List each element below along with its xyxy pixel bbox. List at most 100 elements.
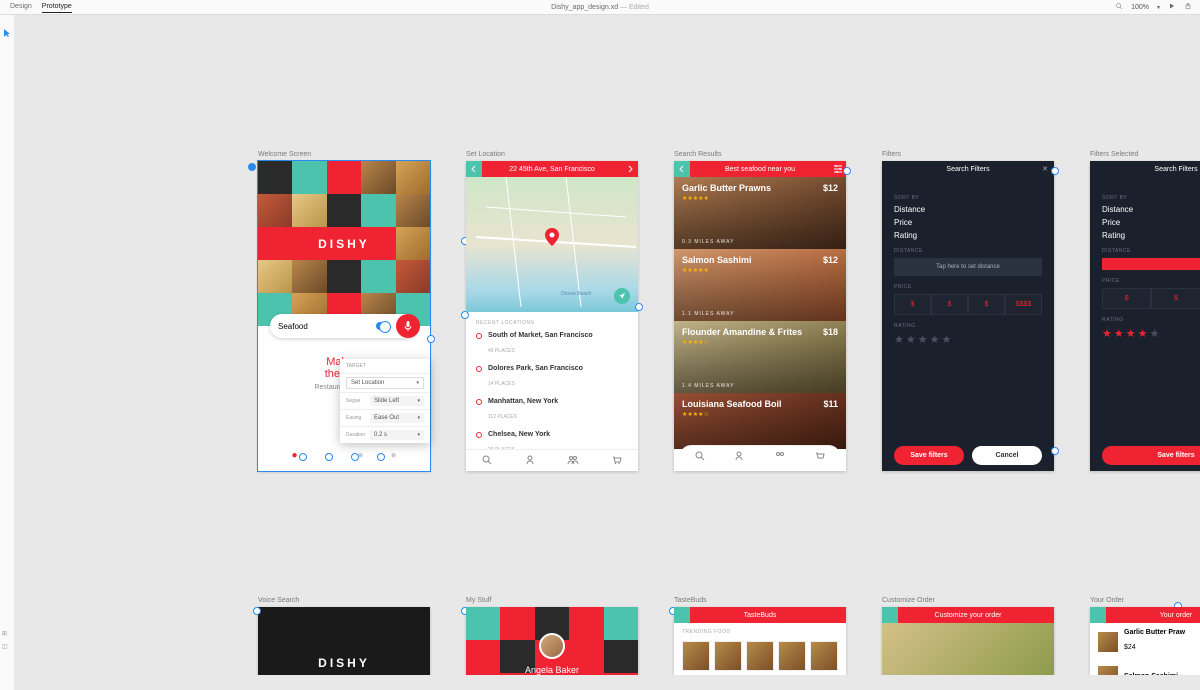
order-item[interactable]: Garlic Butter Praw$24 bbox=[1090, 623, 1200, 660]
artboard-set-location[interactable]: Set Location 22 45th Ave, San Francisco … bbox=[466, 161, 638, 471]
popover-row-duration[interactable]: Duration0.2 s▾ bbox=[340, 426, 430, 443]
pin-icon[interactable] bbox=[545, 228, 559, 251]
price-seg[interactable]: $ bbox=[931, 294, 968, 315]
tool-icon[interactable]: ⊞ bbox=[2, 630, 8, 637]
artboard-your-order[interactable]: Your Order Your order Garlic Butter Praw… bbox=[1090, 607, 1200, 675]
wire-node[interactable] bbox=[1051, 167, 1059, 175]
price-seg[interactable]: $$$$ bbox=[1005, 294, 1042, 315]
cancel-button[interactable]: Cancel bbox=[972, 446, 1042, 465]
food-thumb[interactable] bbox=[778, 641, 806, 671]
back-icon[interactable] bbox=[466, 161, 482, 177]
nav-dot[interactable]: ● bbox=[291, 450, 297, 461]
wire-node[interactable] bbox=[1051, 447, 1059, 455]
interaction-popover[interactable]: TARGET Set Location▾ SegueSlide Left▾ Ea… bbox=[340, 359, 430, 443]
toggle-icon[interactable] bbox=[376, 322, 390, 330]
artboard-search-results[interactable]: Search Results Best seafood near you Gar… bbox=[674, 161, 846, 471]
price-segments[interactable]: $ $ $ $$$$ bbox=[894, 294, 1042, 315]
distance-pill[interactable] bbox=[1102, 258, 1200, 270]
sort-option[interactable]: Rating bbox=[1102, 231, 1200, 240]
close-icon[interactable]: ✕ bbox=[1042, 165, 1048, 173]
tastebuds-header: TasteBuds bbox=[674, 607, 846, 623]
result-item[interactable]: Louisiana Seafood Boil★★★★☆$11 bbox=[674, 393, 846, 449]
wire-node[interactable] bbox=[253, 607, 261, 615]
wire-node[interactable] bbox=[351, 453, 359, 461]
locate-icon[interactable] bbox=[614, 288, 630, 304]
rating-stars[interactable]: ★★★★★ bbox=[894, 333, 1042, 346]
wire-node[interactable] bbox=[325, 453, 333, 461]
back-icon[interactable] bbox=[882, 607, 898, 623]
price-seg[interactable]: $ bbox=[1151, 288, 1200, 309]
share-icon[interactable] bbox=[1184, 2, 1192, 12]
selection-tool-icon[interactable] bbox=[3, 25, 11, 43]
dish-price: $12 bbox=[823, 183, 838, 193]
food-thumb[interactable] bbox=[682, 641, 710, 671]
result-item[interactable]: Flounder Amandine & Frites★★★★☆$181.4 MI… bbox=[674, 321, 846, 393]
artboard-customize-order[interactable]: Customize Order Customize your order bbox=[882, 607, 1054, 675]
price-segments[interactable]: $ $ $ bbox=[1102, 288, 1200, 309]
artboard-tastebuds[interactable]: TasteBuds TasteBuds TRENDING FOOD bbox=[674, 607, 846, 675]
food-thumb[interactable] bbox=[810, 641, 838, 671]
wire-node[interactable] bbox=[843, 167, 851, 175]
mic-icon[interactable] bbox=[396, 314, 420, 338]
rating-stars[interactable]: ★★★★★ bbox=[1102, 327, 1200, 340]
back-icon[interactable] bbox=[466, 607, 482, 623]
play-icon[interactable] bbox=[1168, 2, 1176, 12]
zoom-level[interactable]: 100% bbox=[1131, 4, 1149, 11]
popover-row-easing[interactable]: EasingEase Out▾ bbox=[340, 409, 430, 426]
cart-icon[interactable] bbox=[612, 452, 622, 470]
canvas[interactable]: Welcome Screen DISHY Seafood Make cthe n… bbox=[14, 15, 1200, 675]
back-icon[interactable] bbox=[674, 607, 690, 623]
chevron-down-icon[interactable]: ▾ bbox=[416, 380, 419, 386]
users-icon[interactable] bbox=[567, 452, 579, 470]
tab-prototype[interactable]: Prototype bbox=[42, 1, 72, 13]
popover-target-row[interactable]: Set Location▾ bbox=[340, 373, 430, 392]
price-seg[interactable]: $ bbox=[968, 294, 1005, 315]
users-icon[interactable] bbox=[774, 448, 786, 466]
avatar[interactable] bbox=[539, 633, 565, 659]
location-item[interactable]: South of Market, San Francisco45 PLACES bbox=[476, 332, 628, 357]
result-item[interactable]: Salmon Sashimi★★★★★$121.1 MILES AWAY bbox=[674, 249, 846, 321]
distance-pill[interactable]: Tap here to set distance bbox=[894, 258, 1042, 276]
home-node[interactable] bbox=[248, 163, 256, 171]
search-icon[interactable] bbox=[482, 452, 492, 470]
search-icon[interactable] bbox=[695, 448, 705, 466]
nav-dot[interactable]: ● bbox=[390, 450, 396, 461]
section-distance: DISTANCE bbox=[1102, 248, 1200, 254]
sort-option[interactable]: Price bbox=[894, 218, 1042, 227]
save-filters-button[interactable]: Save filters bbox=[894, 446, 964, 465]
wire-node[interactable] bbox=[377, 453, 385, 461]
wire-node[interactable] bbox=[635, 303, 643, 311]
wire-node[interactable] bbox=[299, 453, 307, 461]
artboard-filters[interactable]: Filters Search Filters ✕ SORT BY Distanc… bbox=[882, 161, 1054, 471]
price-seg[interactable]: $ bbox=[1102, 288, 1151, 309]
tab-design[interactable]: Design bbox=[10, 1, 32, 13]
location-item[interactable]: Dolores Park, San Francisco14 PLACES bbox=[476, 365, 628, 390]
save-filters-button[interactable]: Save filters bbox=[1102, 446, 1200, 465]
search-pill[interactable]: Seafood bbox=[270, 314, 418, 338]
user-icon[interactable] bbox=[734, 448, 744, 466]
result-item[interactable]: Garlic Butter Prawns★★★★★$120.3 MILES AW… bbox=[674, 177, 846, 249]
tool-icon[interactable]: ◫ bbox=[2, 643, 8, 650]
chevron-down-icon[interactable]: ▾ bbox=[1157, 4, 1160, 11]
popover-row-segue[interactable]: SegueSlide Left▾ bbox=[340, 392, 430, 409]
artboard-voice-search[interactable]: Voice Search DISHY What are you bbox=[258, 607, 430, 675]
artboard-my-stuff[interactable]: My Stuff Angela Baker Edit profile bbox=[466, 607, 638, 675]
sort-option[interactable]: Distance bbox=[894, 205, 1042, 214]
back-icon[interactable] bbox=[1090, 607, 1106, 623]
map-view[interactable]: Ocean Beach bbox=[466, 177, 638, 312]
location-item[interactable]: Manhattan, New York112 PLACES bbox=[476, 398, 628, 423]
sort-option[interactable]: Rating bbox=[894, 231, 1042, 240]
search-icon[interactable] bbox=[1115, 2, 1123, 12]
wire-node[interactable] bbox=[427, 335, 435, 343]
sort-option[interactable]: Price bbox=[1102, 218, 1200, 227]
food-thumb[interactable] bbox=[714, 641, 742, 671]
food-thumb[interactable] bbox=[746, 641, 774, 671]
price-seg[interactable]: $ bbox=[894, 294, 931, 315]
order-item[interactable]: Salmon Sashimi bbox=[1090, 660, 1200, 675]
cart-icon[interactable] bbox=[815, 448, 825, 466]
forward-icon[interactable] bbox=[622, 161, 638, 177]
artboard-filters-selected[interactable]: Filters Selected Search Filters SORT BY … bbox=[1090, 161, 1200, 471]
user-icon[interactable] bbox=[525, 452, 535, 470]
back-icon[interactable] bbox=[674, 161, 690, 177]
sort-option[interactable]: Distance✓ bbox=[1102, 205, 1200, 214]
